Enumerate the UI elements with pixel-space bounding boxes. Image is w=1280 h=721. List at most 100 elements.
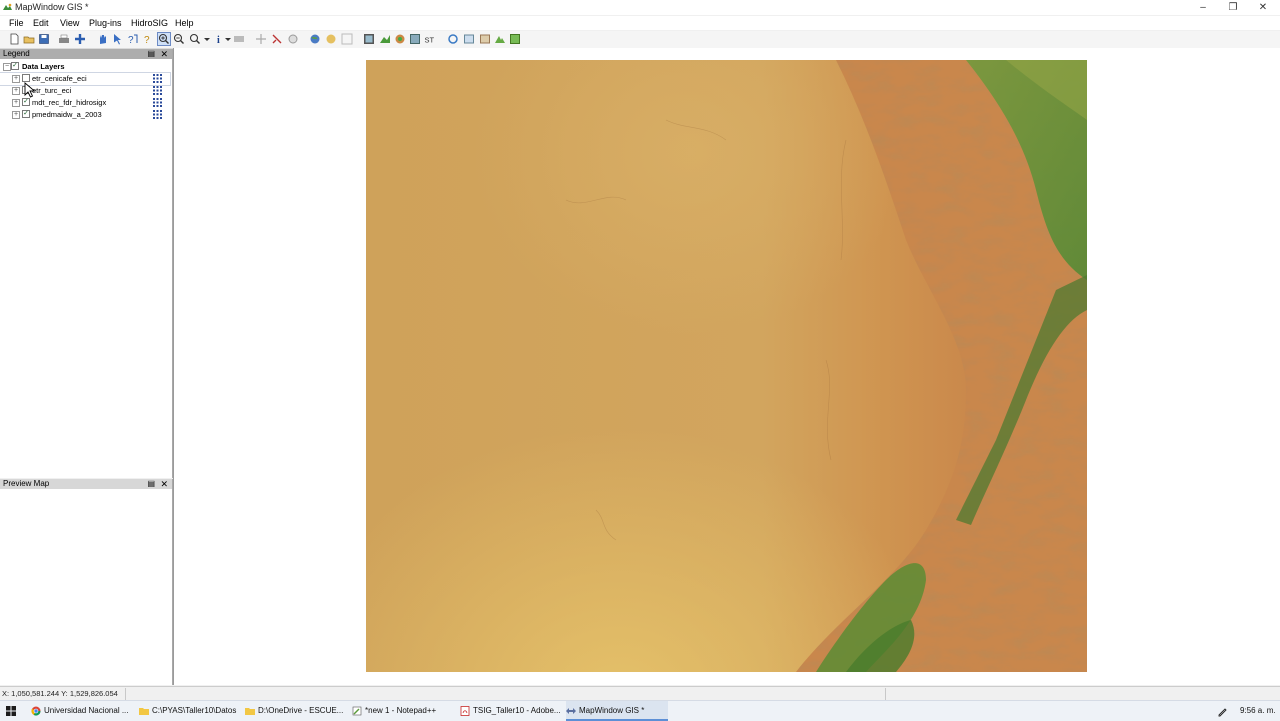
menu-bar: File Edit View Plug-ins HidroSIG Help: [0, 16, 1280, 30]
layer-name: etr_turc_eci: [32, 86, 72, 95]
raster-icon[interactable]: [363, 33, 375, 45]
expand-icon[interactable]: +: [12, 111, 20, 119]
layer-checkbox[interactable]: ✓: [22, 110, 30, 118]
hydro-icon[interactable]: [379, 33, 391, 45]
menu-plugins[interactable]: Plug-ins: [89, 18, 122, 28]
raster-grid-icon: [153, 98, 162, 107]
zoom-out-icon[interactable]: [173, 33, 185, 45]
chart-icon[interactable]: [463, 33, 475, 45]
taskbar-label: Universidad Nacional ...: [44, 706, 129, 715]
expand-icon[interactable]: +: [12, 75, 20, 83]
chevron-down-icon[interactable]: [201, 33, 213, 45]
mapwindow-icon: [566, 708, 576, 714]
shapefile-icon[interactable]: [325, 33, 337, 45]
pen-icon[interactable]: [1217, 706, 1228, 717]
taskbar: Universidad Nacional ... C:\PYAS\Taller1…: [0, 700, 1280, 721]
layer-name: pmedmaidw_a_2003: [32, 110, 102, 119]
taskbar-item-notepad[interactable]: *new 1 - Notepad++: [352, 701, 454, 721]
pdf-icon: [460, 706, 470, 716]
measure-icon[interactable]: [233, 33, 245, 45]
preview-title: Preview Map: [3, 479, 50, 488]
pointer-tool-icon[interactable]: [271, 33, 283, 45]
close-button[interactable]: ✕: [1248, 0, 1278, 15]
layer-checkbox[interactable]: ✓: [22, 98, 30, 106]
system-clock[interactable]: 9:56 a. m.: [1240, 706, 1276, 715]
coordinate-readout: X: 1,050,581.244 Y: 1,529,826.054: [2, 689, 118, 698]
taskbar-label: C:\PYAS\Taller10\Datos: [152, 706, 237, 715]
taskbar-item-folder-datos[interactable]: C:\PYAS\Taller10\Datos: [139, 701, 241, 721]
move-icon[interactable]: [255, 33, 267, 45]
notepad-icon: [352, 706, 362, 716]
legend-header: Legend ▤ ✕: [0, 49, 172, 59]
menu-help[interactable]: Help: [175, 18, 194, 28]
preview-header: Preview Map ▤ ✕: [0, 479, 172, 489]
close-icon[interactable]: ✕: [160, 49, 168, 59]
elevation-raster[interactable]: [366, 60, 1087, 672]
raster-grid-icon: [153, 86, 162, 95]
layer-tool-icon[interactable]: [394, 33, 406, 45]
main-toolbar: ? ? i ST: [0, 31, 1280, 49]
terrain-icon[interactable]: [509, 33, 521, 45]
layer-item-mdt-rec[interactable]: + ✓ mdt_rec_fdr_hidrosigx: [0, 97, 170, 109]
layer-checkbox[interactable]: [22, 74, 30, 82]
expand-icon[interactable]: +: [12, 87, 20, 95]
new-icon[interactable]: [8, 33, 20, 45]
group-checkbox[interactable]: ✓: [11, 62, 19, 70]
legend-title: Legend: [3, 49, 30, 58]
select-icon[interactable]: [112, 33, 124, 45]
menu-file[interactable]: File: [9, 18, 24, 28]
taskbar-label: TSIG_Taller10 - Adobe...: [473, 706, 561, 715]
grid-icon[interactable]: [341, 33, 353, 45]
folder-icon: [139, 708, 149, 715]
globe-icon[interactable]: [309, 33, 321, 45]
pin-icon[interactable]: ▤: [147, 479, 155, 489]
save-icon[interactable]: [38, 33, 50, 45]
layer-name: etr_cenicafe_eci: [32, 74, 87, 83]
pin-icon[interactable]: ▤: [147, 49, 155, 59]
menu-view[interactable]: View: [60, 18, 79, 28]
windows-start-icon[interactable]: [6, 706, 16, 716]
taskbar-item-folder-onedrive[interactable]: D:\OneDrive - ESCUE...: [245, 701, 347, 721]
restore-button[interactable]: ❐: [1218, 0, 1248, 15]
svg-text:?: ?: [144, 35, 150, 45]
taskbar-label: *new 1 - Notepad++: [365, 706, 437, 715]
taskbar-item-chrome[interactable]: Universidad Nacional ...: [31, 701, 133, 721]
menu-hidrosig[interactable]: HidroSIG: [131, 18, 168, 28]
open-icon[interactable]: [23, 33, 35, 45]
expand-icon[interactable]: +: [12, 99, 20, 107]
help-icon[interactable]: ?: [142, 33, 154, 45]
status-bar: X: 1,050,581.244 Y: 1,529,826.054: [0, 686, 1280, 701]
taskbar-label: D:\OneDrive - ESCUE...: [258, 706, 344, 715]
menu-edit[interactable]: Edit: [33, 18, 49, 28]
svg-text:ST: ST: [425, 36, 435, 45]
label-icon[interactable]: [287, 33, 299, 45]
layer-name: mdt_rec_fdr_hidrosigx: [32, 98, 107, 107]
query-icon[interactable]: ?: [127, 33, 139, 45]
print-icon[interactable]: [58, 33, 70, 45]
refresh-icon[interactable]: [447, 33, 459, 45]
taskbar-item-mapwindow[interactable]: MapWindow GIS *: [566, 701, 668, 721]
group-name: Data Layers: [22, 62, 65, 71]
zoom-extent-icon[interactable]: [189, 33, 201, 45]
layer-group[interactable]: − ✓ Data Layers: [0, 61, 170, 73]
svg-text:?: ?: [128, 35, 134, 45]
status-divider: [125, 688, 126, 700]
close-icon[interactable]: ✕: [160, 479, 168, 489]
taskbar-label: MapWindow GIS *: [579, 706, 645, 715]
zoom-in-icon[interactable]: [157, 32, 171, 46]
add-layer-icon[interactable]: [74, 33, 86, 45]
collapse-icon[interactable]: −: [3, 63, 11, 71]
layer-item-pmedmaidw[interactable]: + ✓ pmedmaidw_a_2003: [0, 109, 170, 121]
flow-icon[interactable]: [494, 33, 506, 45]
stream-icon[interactable]: [479, 33, 491, 45]
terrain-image: [366, 60, 1087, 672]
minimize-button[interactable]: –: [1188, 0, 1218, 15]
terrain-icon[interactable]: [409, 33, 421, 45]
st-tool-icon[interactable]: ST: [424, 33, 436, 45]
raster-grid-icon: [153, 110, 162, 119]
chrome-icon: [31, 706, 41, 716]
mapwindow-icon: [3, 3, 12, 10]
pan-icon[interactable]: [97, 33, 109, 45]
window-title: MapWindow GIS *: [15, 2, 89, 12]
taskbar-item-adobe[interactable]: TSIG_Taller10 - Adobe...: [460, 701, 562, 721]
